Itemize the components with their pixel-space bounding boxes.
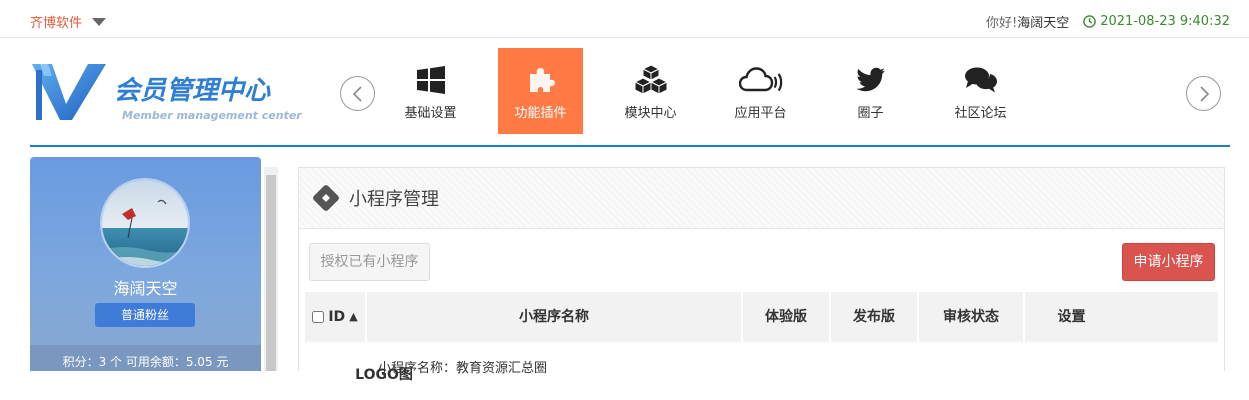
cubes-icon xyxy=(633,64,668,95)
nav-item-app-platform[interactable]: 应用平台 xyxy=(718,48,803,134)
avatar-image xyxy=(102,180,188,266)
brand-menu[interactable]: 齐博软件 xyxy=(30,12,107,31)
nav-item-plugins[interactable]: 功能插件 xyxy=(498,48,583,134)
logo-subtitle: Member management center xyxy=(122,109,302,122)
avatar[interactable] xyxy=(100,178,190,268)
nav-label: 功能插件 xyxy=(514,106,567,121)
miniprogram-panel: 小程序管理 授权已有小程序 申请小程序 ID ▲︎ 小程序名称 LOGO图 体验… xyxy=(298,167,1225,400)
clock: 2021-08-23 9:40:32 xyxy=(1083,14,1230,29)
top-right-info: 你好! 海阔天空 2021-08-23 9:40:32 xyxy=(986,12,1230,31)
nav-label: 应用平台 xyxy=(734,106,787,121)
column-settings: 设置 xyxy=(1057,309,1086,325)
greeting: 你好! xyxy=(985,16,1018,31)
column-label: ID xyxy=(328,309,346,325)
nav-item-circle[interactable]: 圈子 xyxy=(828,48,913,134)
windows-icon xyxy=(416,66,445,94)
table-row: 小程序名称：教育资源汇总圈 xyxy=(378,361,548,376)
nav-prev-button[interactable] xyxy=(340,76,375,111)
main-nav: 基础设置 功能插件 模块中心 应用平台 圈子 社区论坛 xyxy=(388,48,1048,134)
datetime: 2021-08-23 9:40:32 xyxy=(1100,14,1230,29)
brand-label: 齐博软件 xyxy=(30,16,83,31)
diamond-icon xyxy=(313,185,339,211)
username-link[interactable]: 海阔天空 xyxy=(1017,12,1069,31)
column-trial: 体验版 xyxy=(743,292,831,342)
site-logo[interactable]: 会员管理中心 Member management center xyxy=(30,58,302,124)
cloud-icon xyxy=(738,67,782,92)
nav-label: 圈子 xyxy=(857,106,884,121)
sidebar-scrollbar[interactable] xyxy=(264,167,278,371)
panel-title: 小程序管理 xyxy=(349,189,439,210)
apply-miniprogram-button[interactable]: 申请小程序 xyxy=(1122,243,1215,281)
panel-header: 小程序管理 xyxy=(299,168,1224,229)
column-id[interactable]: ID ▲︎ xyxy=(305,292,367,342)
sort-icon[interactable]: ▲︎ xyxy=(349,292,357,342)
caret-down-icon xyxy=(92,17,107,26)
chevron-left-icon xyxy=(352,85,362,102)
puzzle-icon xyxy=(529,68,555,92)
user-sidebar: 海阔天空 普通粉丝 积分：3 个 可用余额：5.05 元 xyxy=(30,157,261,371)
sidebar-stats: 积分：3 个 可用余额：5.05 元 xyxy=(30,345,261,371)
select-all-checkbox[interactable] xyxy=(312,311,325,323)
clock-icon xyxy=(1083,15,1096,28)
column-release: 发布版 xyxy=(831,292,919,342)
column-name: 小程序名称 xyxy=(367,292,743,342)
scrollbar-thumb[interactable] xyxy=(266,175,276,371)
table-header: ID ▲︎ 小程序名称 LOGO图 体验版 发布版 审核状态 设置 xyxy=(305,292,1218,400)
authorize-existing-button[interactable]: 授权已有小程序 xyxy=(309,243,430,281)
member-level-badge: 普通粉丝 xyxy=(95,303,195,327)
nav-next-button[interactable] xyxy=(1186,76,1221,111)
nav-item-modules[interactable]: 模块中心 xyxy=(608,48,693,134)
nav-item-basic-settings[interactable]: 基础设置 xyxy=(388,48,473,134)
logo-title: 会员管理中心 xyxy=(114,76,271,106)
column-review-status: 审核状态 xyxy=(919,292,1025,342)
comments-icon xyxy=(964,67,997,93)
logo-v-icon xyxy=(32,64,106,120)
chevron-right-icon xyxy=(1199,85,1209,102)
sidebar-username: 海阔天空 xyxy=(113,279,178,298)
nav-label: 社区论坛 xyxy=(954,106,1007,121)
header-divider xyxy=(30,145,1230,147)
nav-label: 模块中心 xyxy=(624,106,677,121)
nav-item-forum[interactable]: 社区论坛 xyxy=(938,48,1023,134)
top-bar: 齐博软件 你好! 海阔天空 2021-08-23 9:40:32 xyxy=(0,0,1249,38)
twitter-icon xyxy=(855,67,885,92)
nav-label: 基础设置 xyxy=(404,106,457,121)
